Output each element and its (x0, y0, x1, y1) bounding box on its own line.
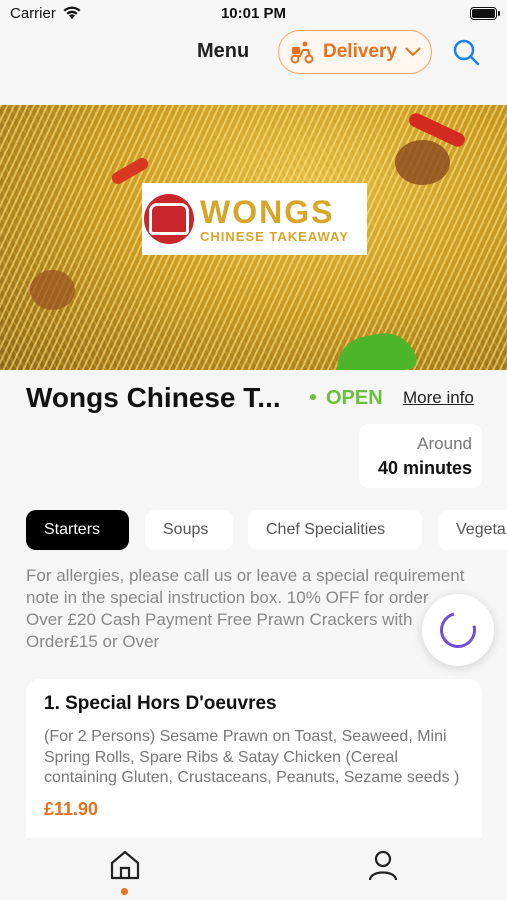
tab-soups[interactable]: Soups (145, 510, 233, 550)
loading-spinner-icon (433, 605, 483, 655)
eta-box: Around 40 minutes (359, 424, 482, 488)
hero-image: WONGS CHINESE TAKEAWAY (0, 105, 507, 370)
eta-label: Around (417, 434, 472, 453)
logo-text: WONGS CHINESE TAKEAWAY (200, 195, 349, 244)
restaurant-header: Wongs Chinese T... OPEN More info (0, 378, 507, 418)
hero-pepper-decoration (109, 155, 151, 187)
chef-hat-icon (144, 194, 194, 244)
delivery-mode-selector[interactable]: Delivery (278, 30, 432, 74)
home-icon[interactable] (108, 848, 142, 882)
delivery-label: Delivery (323, 41, 397, 62)
profile-icon[interactable] (366, 848, 400, 882)
status-time: 10:01 PM (220, 5, 287, 22)
restaurant-name: Wongs Chinese T... (26, 382, 281, 413)
more-info-link[interactable]: More info (403, 388, 474, 408)
hero-meat-decoration (30, 270, 75, 310)
eta-value: 40 minutes (377, 458, 472, 478)
active-tab-indicator (121, 888, 128, 895)
tab-starters[interactable]: Starters (26, 510, 129, 550)
loading-button[interactable] (422, 594, 494, 666)
scooter-icon (290, 41, 314, 64)
allergy-note: For allergies, please call us or leave a… (26, 566, 465, 651)
nav-bar: Menu Delivery (0, 28, 507, 78)
hero-vegetable-decoration (332, 328, 418, 370)
search-icon[interactable] (452, 38, 480, 66)
logo-subtitle: CHINESE TAKEAWAY (200, 228, 349, 244)
open-status-dot (310, 394, 316, 400)
logo-name: WONGS (200, 193, 335, 230)
category-tabs: Starters Soups Chef Specialities Vegeta (0, 510, 507, 552)
tab-chef-specialities[interactable]: Chef Specialities (248, 510, 422, 550)
battery-icon (470, 7, 500, 20)
menu-item-name: 1. Special Hors D'oeuvres (44, 693, 277, 714)
hero-meat-decoration (395, 140, 450, 185)
menu-item-description: (For 2 Persons) Sesame Prawn on Toast, S… (44, 728, 460, 786)
page-title: Menu (197, 40, 250, 62)
menu-item-card[interactable]: 1. Special Hors D'oeuvres (For 2 Persons… (26, 679, 482, 849)
open-status-label: OPEN (326, 387, 383, 409)
tab-vegetarian[interactable]: Vegeta (438, 510, 507, 550)
status-bar: Carrier 10:01 PM (0, 0, 507, 28)
chevron-down-icon (405, 47, 421, 57)
menu-item-price: £11.90 (44, 798, 99, 819)
bottom-tab-bar (0, 838, 507, 900)
restaurant-logo: WONGS CHINESE TAKEAWAY (142, 183, 367, 255)
